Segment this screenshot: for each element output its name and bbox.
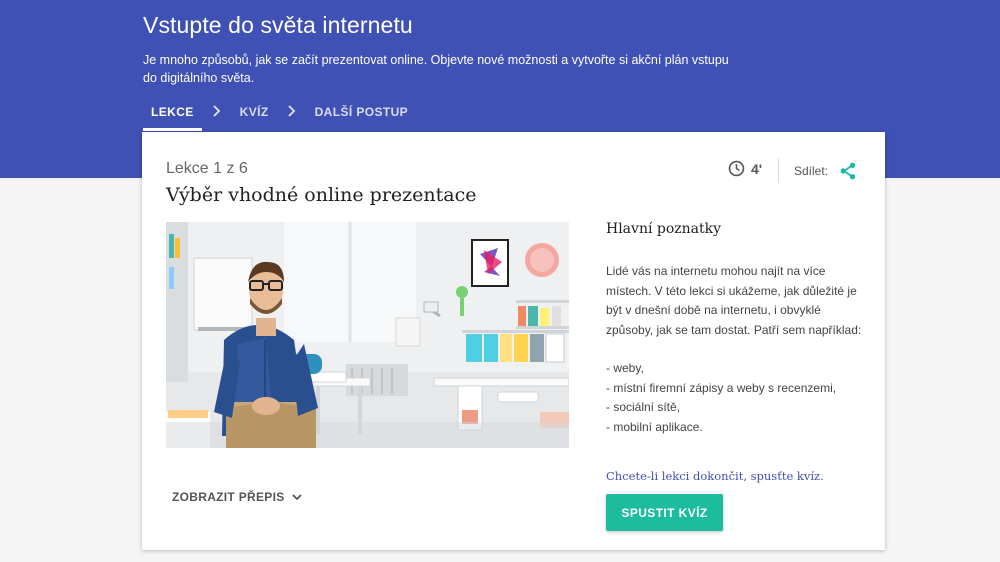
header-divider [778,158,779,182]
chevron-right-icon [287,105,295,117]
takeaways-list: - weby, - místní firemní zápisy a weby s… [606,359,862,437]
list-item: - místní firemní zápisy a weby s recenze… [606,380,837,395]
lesson-card: Lekce 1 z 6 Výběr vhodné online prezenta… [142,132,885,550]
video-frame-illustration [166,222,569,448]
course-title: Vstupte do světa internetu [143,12,413,38]
chevron-right-icon [213,105,220,117]
clock-icon [728,160,745,177]
step-kviz[interactable]: KVÍZ [232,99,277,131]
share-label: Sdílet: [794,164,829,178]
lesson-title: Výběr vhodné online prezentace [166,184,477,206]
duration-value: 4' [751,160,763,177]
start-quiz-button[interactable]: SPUSTIT KVÍZ [606,494,723,531]
show-transcript-toggle[interactable]: ZOBRAZIT PŘEPIS [172,490,303,504]
transcript-label: ZOBRAZIT PŘEPIS [172,490,285,504]
share-icon[interactable] [840,162,856,180]
takeaways-body: Lidé vás na internetu mohou najít na víc… [606,262,862,437]
share-control[interactable]: Sdílet: [794,162,856,180]
step-lekce[interactable]: LEKCE [143,99,202,131]
step-dalsi-postup[interactable]: DALŠÍ POSTUP [307,99,416,131]
takeaways-intro: Lidé vás na internetu mohou najít na víc… [606,264,862,337]
list-item: - weby, [606,361,644,375]
course-description: Je mnoho způsobů, jak se začít prezentov… [143,53,729,85]
course-steps-nav: LEKCE KVÍZ DALŠÍ POSTUP [143,99,416,131]
chevron-down-icon [291,494,302,501]
quiz-prompt: Chcete-li lekci dokončit, spusťte kvíz. [606,469,824,483]
lesson-number: Lekce 1 z 6 [166,160,248,177]
lesson-video[interactable] [166,222,569,448]
takeaways-title: Hlavní poznatky [606,221,722,237]
list-item: - sociální sítě, [606,400,681,414]
list-item: - mobilní aplikace. [606,419,703,434]
lesson-duration: 4' [728,160,762,177]
